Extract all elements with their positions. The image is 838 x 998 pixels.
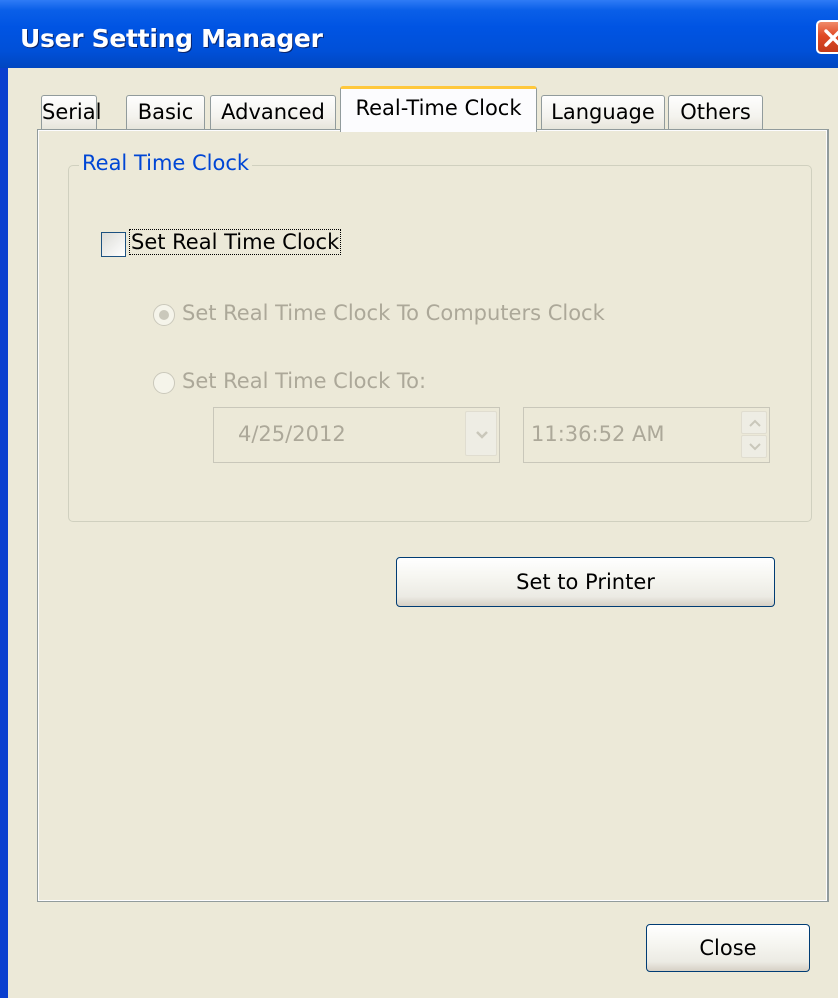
tab-basic[interactable]: Basic (126, 95, 205, 130)
chevron-down-icon (476, 431, 488, 439)
date-dropdown-button[interactable] (465, 411, 497, 456)
real-time-clock-group (68, 165, 812, 522)
tab-real-time-clock[interactable]: Real-Time Clock (340, 86, 537, 132)
radio-computers-clock[interactable] (153, 304, 175, 326)
time-spin-down-button[interactable] (741, 435, 767, 458)
time-value: 11:36:52 AM (531, 422, 665, 446)
radio-custom-time[interactable] (153, 372, 175, 394)
close-button[interactable]: Close (646, 924, 810, 972)
tab-language[interactable]: Language (541, 95, 665, 130)
group-title: Real Time Clock (79, 151, 253, 175)
spin-down-icon (749, 443, 761, 451)
title-bar[interactable]: User Setting Manager (0, 0, 838, 68)
set-real-time-clock-checkbox[interactable] (101, 232, 126, 257)
time-spin-up-button[interactable] (741, 411, 767, 434)
time-picker[interactable]: 11:36:52 AM (523, 407, 770, 463)
close-icon (824, 29, 838, 47)
spin-up-icon (749, 419, 761, 427)
window-title: User Setting Manager (20, 24, 323, 53)
date-picker[interactable]: 4/25/2012 (213, 407, 500, 463)
date-value: 4/25/2012 (238, 422, 346, 446)
radio-selected-dot (159, 310, 169, 320)
tab-advanced[interactable]: Advanced (210, 95, 336, 130)
set-to-printer-button[interactable]: Set to Printer (396, 557, 775, 607)
user-setting-manager-window: User Setting Manager Serial Basic Advanc… (0, 0, 838, 998)
set-real-time-clock-label[interactable]: Set Real Time Clock (129, 229, 342, 255)
title-close-button[interactable] (816, 20, 838, 54)
tab-serial[interactable]: Serial (41, 95, 101, 130)
tab-others[interactable]: Others (668, 95, 763, 130)
radio-custom-time-label: Set Real Time Clock To: (182, 369, 427, 393)
radio-computers-clock-label: Set Real Time Clock To Computers Clock (182, 301, 605, 325)
